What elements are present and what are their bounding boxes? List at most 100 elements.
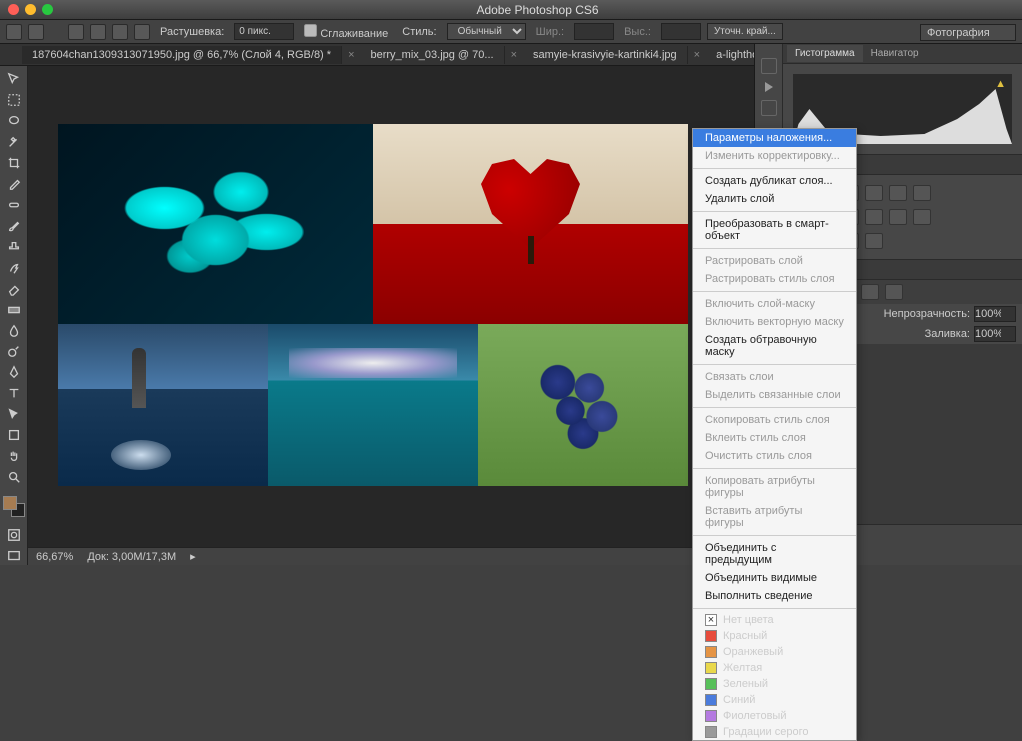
adjustment-icon[interactable] bbox=[865, 233, 883, 249]
ps-logo-icon[interactable] bbox=[6, 24, 22, 40]
hand-tool[interactable] bbox=[3, 447, 25, 466]
context-menu-color-item[interactable]: Желтая bbox=[693, 660, 856, 676]
gradient-tool[interactable] bbox=[3, 300, 25, 319]
context-menu-color-item[interactable]: Красный bbox=[693, 628, 856, 644]
history-brush-tool[interactable] bbox=[3, 258, 25, 277]
style-select[interactable]: Обычный bbox=[447, 23, 526, 40]
context-menu-item[interactable]: Объединить видимые bbox=[693, 569, 856, 587]
context-menu-item: Очистить стиль слоя bbox=[693, 447, 856, 465]
eyedropper-tool[interactable] bbox=[3, 175, 25, 194]
tab-close-icon[interactable]: × bbox=[342, 49, 360, 61]
crop-tool[interactable] bbox=[3, 154, 25, 173]
context-menu-color-item[interactable]: Оранжевый bbox=[693, 644, 856, 660]
color-swatches[interactable] bbox=[3, 496, 25, 517]
refine-edge-button[interactable]: Уточн. край... bbox=[707, 23, 783, 40]
width-input bbox=[574, 23, 614, 40]
layer-context-menu: Параметры наложения...Изменить корректир… bbox=[692, 128, 857, 741]
screenmode-button[interactable] bbox=[3, 546, 25, 565]
context-menu-item[interactable]: Преобразовать в смарт-объект bbox=[693, 215, 856, 245]
tools-panel bbox=[0, 66, 28, 565]
marquee-subtract-icon[interactable] bbox=[112, 24, 128, 40]
marquee-add-icon[interactable] bbox=[90, 24, 106, 40]
warning-icon[interactable]: ▲ bbox=[995, 78, 1006, 90]
context-menu-item[interactable]: Создать дубликат слоя... bbox=[693, 172, 856, 190]
quickmask-button[interactable] bbox=[3, 525, 25, 544]
titlebar: Adobe Photoshop CS6 bbox=[0, 0, 1022, 20]
layer-filter-icon[interactable] bbox=[885, 284, 903, 300]
adjustment-icon[interactable] bbox=[865, 185, 883, 201]
adjustment-icon[interactable] bbox=[889, 209, 907, 225]
adjustment-icon[interactable] bbox=[889, 185, 907, 201]
image-region bbox=[373, 124, 688, 324]
document-tab[interactable]: samyie-krasivyie-kartinki4.jpg bbox=[523, 46, 688, 64]
tab-close-icon[interactable]: × bbox=[688, 49, 706, 61]
lasso-tool[interactable] bbox=[3, 112, 25, 131]
play-icon[interactable] bbox=[765, 82, 773, 92]
doc-size[interactable]: Док: 3,00M/17,3M bbox=[87, 551, 176, 563]
zoom-window-button[interactable] bbox=[42, 4, 53, 15]
context-menu-item[interactable]: Параметры наложения... bbox=[693, 129, 856, 147]
status-chevron-icon[interactable]: ▸ bbox=[190, 550, 196, 563]
wand-tool[interactable] bbox=[3, 133, 25, 152]
layer-filter-icon[interactable] bbox=[861, 284, 879, 300]
context-menu-item: Связать слои bbox=[693, 368, 856, 386]
brush-tool[interactable] bbox=[3, 216, 25, 235]
image-region bbox=[268, 324, 478, 486]
document-tab[interactable]: 187604chan1309313071950.jpg @ 66,7% (Сло… bbox=[22, 46, 342, 64]
context-menu-item[interactable]: Выполнить сведение bbox=[693, 587, 856, 605]
document-canvas[interactable] bbox=[58, 124, 688, 486]
height-input bbox=[661, 23, 701, 40]
opacity-input[interactable] bbox=[974, 306, 1016, 322]
context-menu-item[interactable]: Удалить слой bbox=[693, 190, 856, 208]
collapsed-panel-icon[interactable] bbox=[761, 58, 777, 74]
stamp-tool[interactable] bbox=[3, 237, 25, 256]
marquee-new-icon[interactable] bbox=[68, 24, 84, 40]
marquee-intersect-icon[interactable] bbox=[134, 24, 150, 40]
context-menu-item: Включить векторную маску bbox=[693, 313, 856, 331]
histogram-tab[interactable]: Гистограмма bbox=[787, 45, 863, 62]
navigator-tab[interactable]: Навигатор bbox=[863, 45, 927, 62]
context-menu-item: Включить слой-маску bbox=[693, 295, 856, 313]
feather-input[interactable] bbox=[234, 23, 294, 40]
zoom-tool[interactable] bbox=[3, 468, 25, 487]
fill-label: Заливка: bbox=[925, 328, 970, 340]
tab-close-icon[interactable]: × bbox=[505, 49, 523, 61]
context-menu-item: Выделить связанные слои bbox=[693, 386, 856, 404]
blur-tool[interactable] bbox=[3, 321, 25, 340]
adjustment-icon[interactable] bbox=[913, 185, 931, 201]
adjustment-icon[interactable] bbox=[913, 209, 931, 225]
feather-label: Растушевка: bbox=[156, 26, 228, 38]
pen-tool[interactable] bbox=[3, 363, 25, 382]
context-menu-item: Копировать атрибуты фигуры bbox=[693, 472, 856, 502]
type-tool[interactable] bbox=[3, 384, 25, 403]
eraser-tool[interactable] bbox=[3, 279, 25, 298]
move-tool[interactable] bbox=[3, 70, 25, 89]
window-title: Adobe Photoshop CS6 bbox=[53, 3, 1022, 17]
options-bar: Растушевка: Сглаживание Стиль: Обычный Ш… bbox=[0, 20, 1022, 44]
healing-tool[interactable] bbox=[3, 196, 25, 215]
style-label: Стиль: bbox=[398, 26, 440, 38]
context-menu-color-item[interactable]: Синий bbox=[693, 692, 856, 708]
context-menu-color-item[interactable]: Зеленый bbox=[693, 676, 856, 692]
opacity-label: Непрозрачность: bbox=[884, 308, 970, 320]
path-select-tool[interactable] bbox=[3, 405, 25, 424]
adjustment-icon[interactable] bbox=[865, 209, 883, 225]
canvas-area[interactable] bbox=[28, 66, 754, 547]
screen-mode-button[interactable] bbox=[28, 24, 44, 40]
context-menu-color-item[interactable]: Фиолетовый bbox=[693, 708, 856, 724]
fill-input[interactable] bbox=[974, 326, 1016, 342]
dodge-tool[interactable] bbox=[3, 342, 25, 361]
collapsed-panel-icon[interactable] bbox=[761, 100, 777, 116]
minimize-window-button[interactable] bbox=[25, 4, 36, 15]
context-menu-color-item[interactable]: Градации серого bbox=[693, 724, 856, 740]
context-menu-color-item[interactable]: ×Нет цвета bbox=[693, 612, 856, 628]
workspace-switcher[interactable]: Фотография bbox=[920, 24, 1016, 41]
zoom-level[interactable]: 66,67% bbox=[36, 551, 73, 563]
context-menu-item[interactable]: Создать обтравочную маску bbox=[693, 331, 856, 361]
antialias-checkbox-label[interactable]: Сглаживание bbox=[300, 24, 392, 40]
close-window-button[interactable] bbox=[8, 4, 19, 15]
marquee-tool[interactable] bbox=[3, 91, 25, 110]
shape-tool[interactable] bbox=[3, 426, 25, 445]
document-tab[interactable]: berry_mix_03.jpg @ 70... bbox=[361, 46, 505, 64]
image-region bbox=[58, 124, 373, 324]
